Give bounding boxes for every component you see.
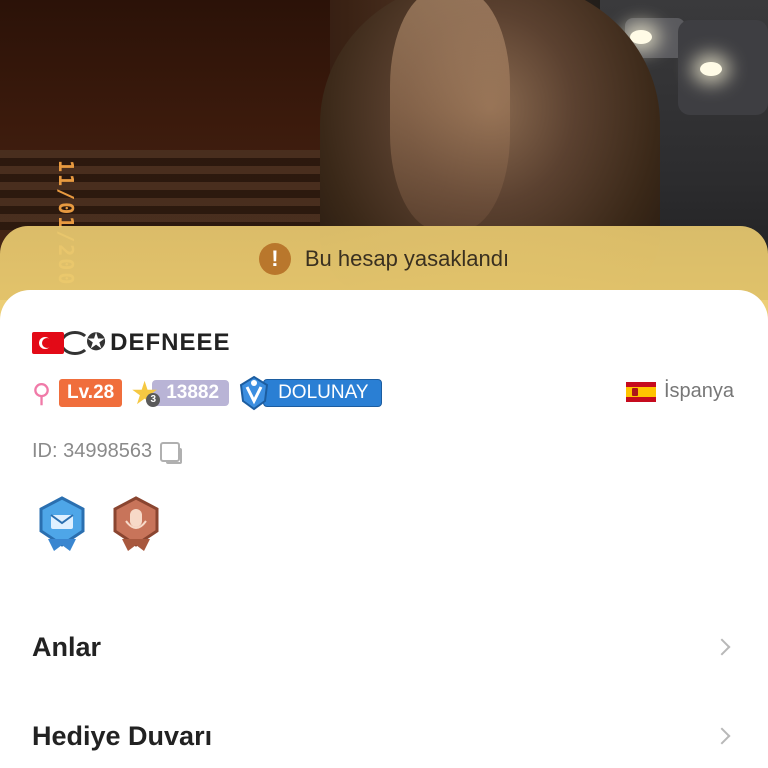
menu-item-gift-wall[interactable]: Hediye Duvarı xyxy=(32,711,736,761)
headlight xyxy=(700,62,722,76)
badge-row: ⚲ Lv.28 ★ 3 13882 DOLUNAY xyxy=(32,375,382,411)
points-badge: 13882 xyxy=(152,380,230,406)
user-id: ID: 34998563 xyxy=(32,440,153,462)
photo-steps xyxy=(0,150,330,230)
points-badge-group[interactable]: ★ 3 13882 xyxy=(130,375,230,411)
username-row: ✪ DEFNEEE xyxy=(32,328,230,357)
chevron-right-icon xyxy=(713,638,731,656)
star-icon: ✪ xyxy=(86,329,107,356)
shield-envelope-medal-icon[interactable] xyxy=(36,495,88,553)
star-badge-icon: ★ 3 xyxy=(130,375,161,411)
ban-message: Bu hesap yasaklandı xyxy=(304,246,510,271)
level-badge[interactable]: Lv.28 xyxy=(59,379,123,407)
exclamation-icon: ! xyxy=(258,243,291,275)
copy-icon[interactable] xyxy=(160,441,183,464)
menu-item-label: Hediye Duvarı xyxy=(32,720,213,751)
username: DEFNEEE xyxy=(110,328,231,356)
tier-emblem-icon xyxy=(240,375,269,411)
country-tag: İspanya xyxy=(625,380,734,403)
photo-car xyxy=(678,20,768,115)
female-icon: ⚲ xyxy=(32,378,52,408)
menu-item-label: Anlar xyxy=(32,631,102,662)
medal-list xyxy=(36,495,162,553)
profile-card: ✪ DEFNEEE ⚲ Lv.28 ★ 3 13882 DOLUNAY İspa… xyxy=(0,290,768,768)
chevron-right-icon xyxy=(713,727,731,745)
tier-badge-group[interactable]: DOLUNAY xyxy=(237,375,382,411)
spain-flag-icon xyxy=(625,381,656,402)
microphone-medal-icon[interactable] xyxy=(110,495,162,553)
user-id-row: ID: 34998563 xyxy=(32,440,183,464)
tier-badge: DOLUNAY xyxy=(263,379,382,407)
turkey-flag-icon xyxy=(32,331,64,354)
country-name: İspanya xyxy=(663,380,734,402)
menu-item-moments[interactable]: Anlar xyxy=(32,622,736,672)
